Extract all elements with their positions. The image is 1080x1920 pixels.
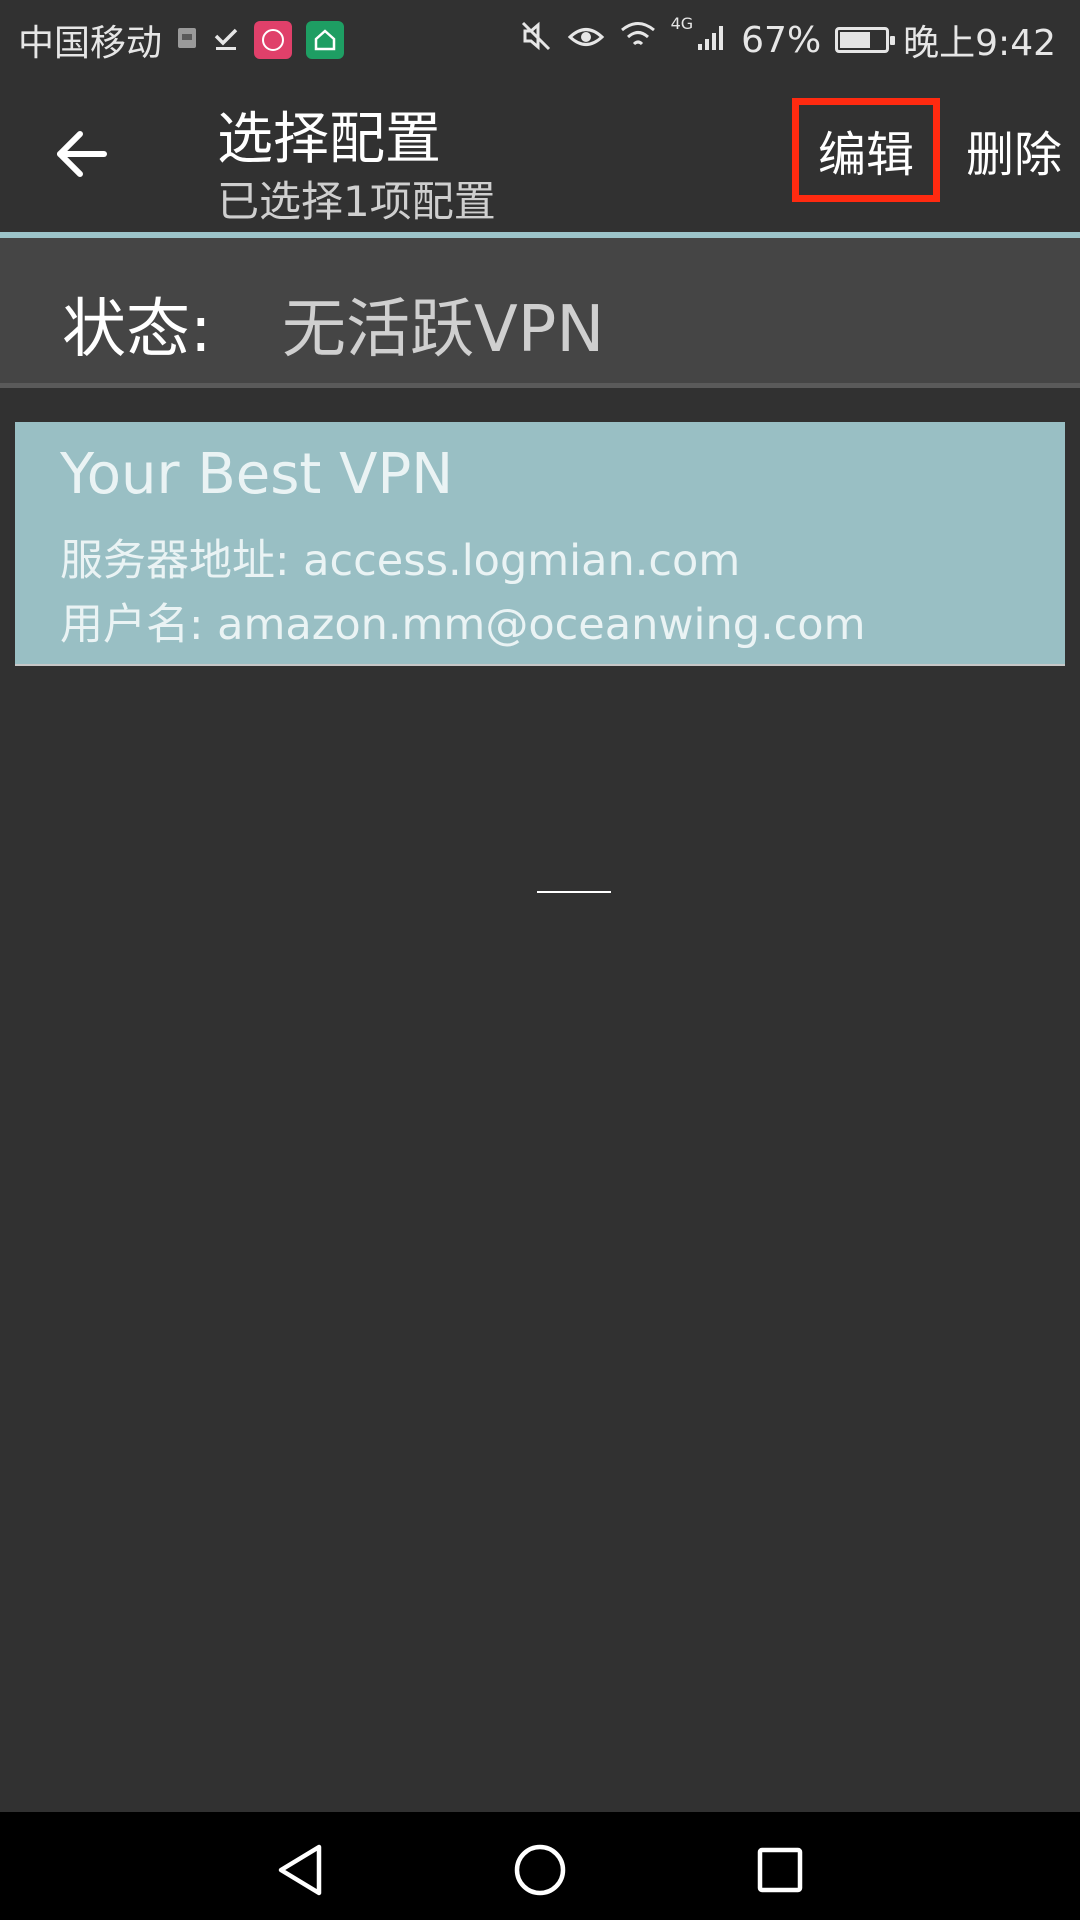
battery-level: [840, 32, 870, 48]
clock: 晚上9:42: [903, 23, 1056, 64]
battery-icon: [835, 27, 896, 53]
status-bar-right: 4G 67% 晚上9:42: [519, 14, 1056, 66]
nav-home-button[interactable]: [500, 1830, 580, 1910]
page-title: 选择配置: [217, 107, 441, 172]
action-bar: 选择配置 已选择1项配置 编辑 删除: [0, 72, 1080, 232]
square-recents-icon: [757, 1847, 803, 1893]
circle-home-icon: [514, 1844, 566, 1896]
network-type: 4G: [670, 14, 694, 33]
carrier-label: 中国移动: [18, 23, 163, 64]
home-app-icon: [306, 21, 345, 59]
sim-icon: [176, 20, 198, 61]
wifi-icon: [619, 20, 657, 61]
profile-username: 用户名: amazon.mm@oceanwing.com: [60, 600, 866, 650]
battery-percent: 67%: [741, 19, 822, 61]
edit-button[interactable]: 编辑: [792, 98, 940, 202]
triangle-back-icon: [278, 1844, 322, 1896]
nav-recents-button[interactable]: [740, 1830, 820, 1910]
download-done-icon: [212, 20, 240, 61]
edit-button-label: 编辑: [817, 127, 914, 183]
system-navigation-bar: [0, 1812, 1080, 1920]
eye-comfort-icon: [567, 20, 605, 61]
status-bar-left: 中国移动: [18, 14, 345, 66]
list-end-divider: [537, 891, 611, 893]
back-button[interactable]: [42, 114, 122, 194]
back-arrow-icon: [57, 131, 107, 177]
status-bar: 中国移动 4G 67% 晚上9:42: [0, 0, 1080, 72]
status-label: 状态:: [62, 293, 212, 367]
signal-icon: [697, 20, 727, 61]
status-value: 无活跃VPN: [282, 293, 605, 367]
vpn-profile-item[interactable]: Your Best VPN 服务器地址: access.logmian.com …: [15, 422, 1065, 664]
nav-back-button[interactable]: [260, 1830, 340, 1910]
delete-button[interactable]: 删除: [958, 98, 1070, 202]
profile-name: Your Best VPN: [60, 442, 454, 507]
profile-server-address: 服务器地址: access.logmian.com: [60, 536, 741, 586]
delete-button-label: 删除: [965, 127, 1062, 183]
vpn-status-panel: 状态: 无活跃VPN: [0, 238, 1080, 388]
mute-icon: [519, 19, 553, 62]
selection-count: 已选择1项配置: [217, 177, 496, 226]
meitu-app-icon: [254, 21, 293, 59]
